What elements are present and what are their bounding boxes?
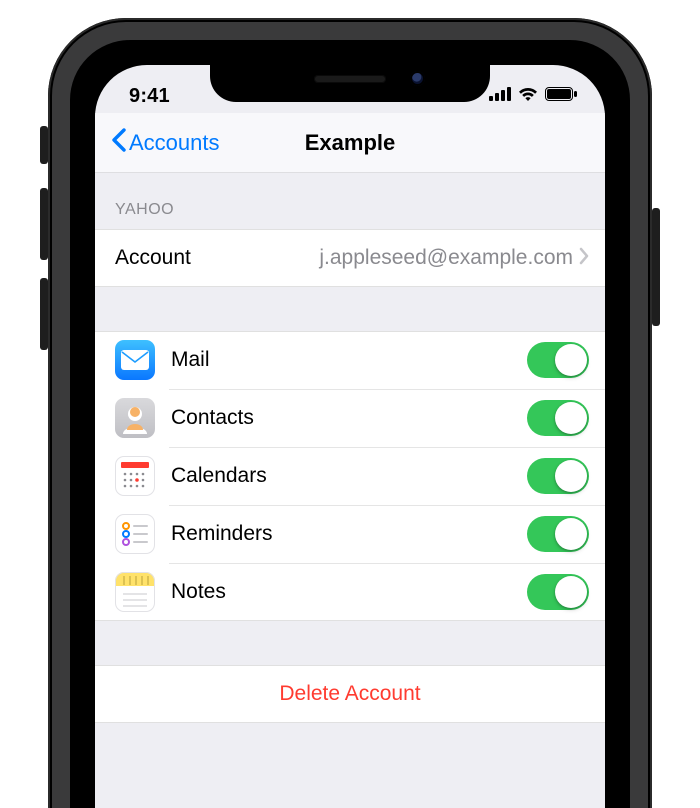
back-button[interactable]: Accounts <box>103 113 228 172</box>
screen: 9:41 <box>95 65 605 808</box>
service-row-mail: Mail <box>95 331 605 389</box>
wifi-icon <box>517 86 539 107</box>
cellular-signal-icon <box>489 87 511 106</box>
mail-toggle[interactable] <box>527 342 589 378</box>
service-label: Mail <box>171 348 210 372</box>
silent-switch <box>40 126 48 164</box>
delete-account-label: Delete Account <box>279 682 420 706</box>
reminders-toggle[interactable] <box>527 516 589 552</box>
notes-toggle[interactable] <box>527 574 589 610</box>
reminders-icon <box>115 514 155 554</box>
mail-icon <box>115 340 155 380</box>
notch <box>210 58 490 102</box>
service-label: Reminders <box>171 522 273 546</box>
service-label: Notes <box>171 580 226 604</box>
front-camera <box>410 71 425 86</box>
service-label: Calendars <box>171 464 267 488</box>
contacts-icon <box>115 398 155 438</box>
volume-down-button <box>40 278 48 350</box>
service-label: Contacts <box>171 406 254 430</box>
volume-up-button <box>40 188 48 260</box>
calendars-icon <box>115 456 155 496</box>
contacts-toggle[interactable] <box>527 400 589 436</box>
chevron-left-icon <box>111 128 127 158</box>
nav-bar: Accounts Example <box>95 113 605 173</box>
page-title: Example <box>305 130 396 156</box>
battery-icon <box>545 87 577 106</box>
power-button <box>652 208 660 326</box>
status-time: 9:41 <box>129 85 170 108</box>
account-row[interactable]: Account j.appleseed@example.com <box>95 229 605 287</box>
service-row-contacts: Contacts <box>95 389 605 447</box>
section-header: YAHOO <box>95 173 605 229</box>
chevron-right-icon <box>579 247 589 270</box>
account-label: Account <box>115 246 191 270</box>
account-value: j.appleseed@example.com <box>191 246 579 270</box>
calendars-toggle[interactable] <box>527 458 589 494</box>
delete-account-button[interactable]: Delete Account <box>95 665 605 723</box>
speaker-grill <box>314 75 386 83</box>
phone-frame: 9:41 <box>48 18 652 808</box>
back-label: Accounts <box>129 130 220 156</box>
service-row-notes: Notes <box>95 563 605 621</box>
service-row-reminders: Reminders <box>95 505 605 563</box>
service-row-calendars: Calendars <box>95 447 605 505</box>
notes-icon <box>115 572 155 612</box>
